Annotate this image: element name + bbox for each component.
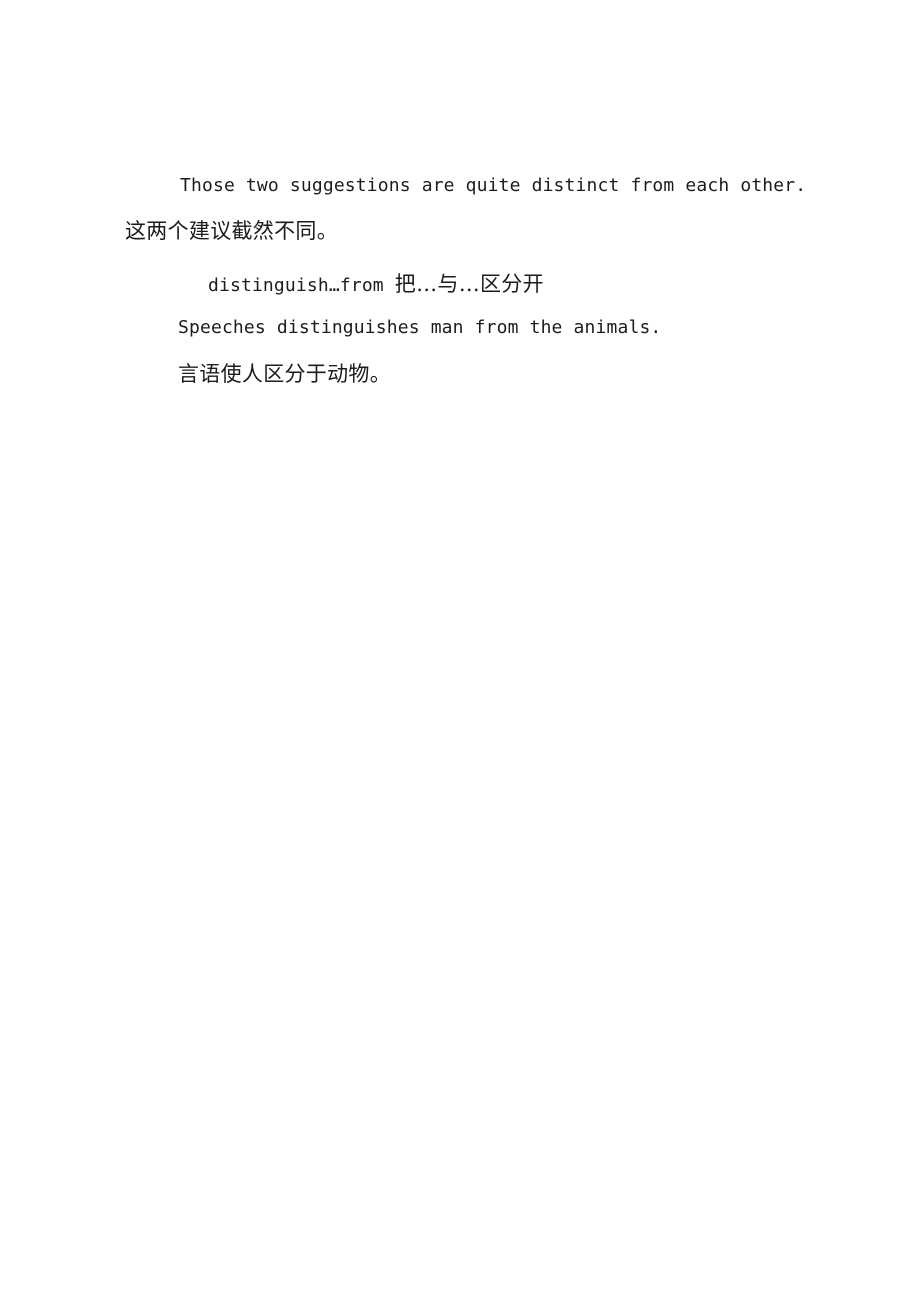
chinese-translation-line-2: 言语使人区分于动物。 bbox=[178, 362, 391, 386]
phrase-entry-chinese: 把…与…区分开 bbox=[394, 272, 544, 296]
english-sentence-line-2: Speeches distinguishes man from the anim… bbox=[178, 317, 662, 338]
phrase-entry-separator bbox=[384, 275, 395, 296]
chinese-translation-line-1: 这两个建议截然不同。 bbox=[125, 219, 338, 243]
phrase-entry-latin: distinguish…from bbox=[208, 275, 384, 296]
english-sentence-line-1: Those two suggestions are quite distinct… bbox=[180, 175, 807, 196]
phrase-entry-line: distinguish…from 把…与…区分开 bbox=[208, 268, 544, 298]
document-page: Those two suggestions are quite distinct… bbox=[0, 0, 920, 1302]
